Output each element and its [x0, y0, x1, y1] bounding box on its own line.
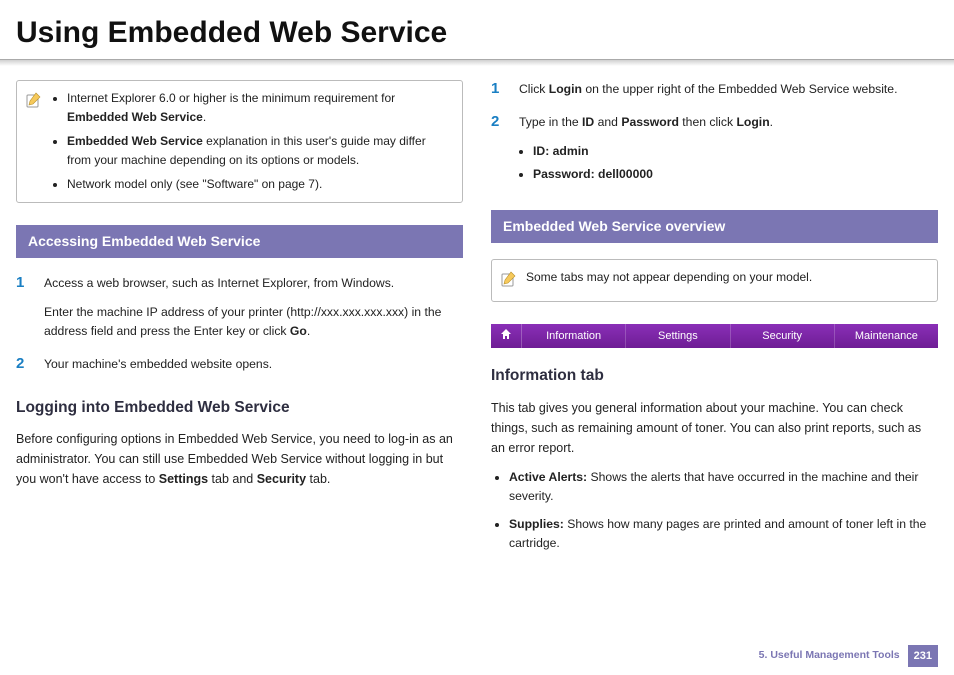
subheading-logging-in: Logging into Embedded Web Service [16, 396, 463, 419]
tab-home[interactable] [491, 324, 522, 348]
step: 1 Access a web browser, such as Internet… [16, 274, 463, 341]
section-heading-accessing: Accessing Embedded Web Service [16, 225, 463, 258]
step: 2 Type in the ID and Password then click… [491, 113, 938, 188]
tab-security[interactable]: Security [731, 324, 835, 348]
pencil-note-icon [500, 270, 518, 294]
step-text: Enter the machine IP address of your pri… [44, 303, 463, 341]
note-list: Internet Explorer 6.0 or higher is the m… [51, 89, 452, 194]
left-column: Internet Explorer 6.0 or higher is the m… [16, 80, 463, 563]
footer-chapter: 5. Useful Management Tools [759, 648, 900, 664]
step: 2 Your machine's embedded website opens. [16, 355, 463, 374]
step-body: Click Login on the upper right of the Em… [519, 80, 938, 99]
note-item: Network model only (see "Software" on pa… [67, 175, 452, 194]
tab-label: Security [762, 328, 802, 345]
subheading-information-tab: Information tab [491, 364, 938, 387]
step-body: Your machine's embedded website opens. [44, 355, 463, 374]
tab-label: Maintenance [855, 328, 918, 345]
tab-settings[interactable]: Settings [626, 324, 730, 348]
ews-tabbar: Information Settings Security Maintenanc… [491, 324, 938, 348]
footer-page-number: 231 [908, 645, 938, 668]
info-bullets: Active Alerts: Shows the alerts that hav… [491, 468, 938, 554]
step: 1 Click Login on the upper right of the … [491, 80, 938, 99]
note-item: Embedded Web Service explanation in this… [67, 132, 452, 169]
step-number: 2 [491, 113, 507, 188]
list-item: Supplies: Shows how many pages are print… [509, 515, 938, 553]
step-text: Click Login on the upper right of the Em… [519, 80, 938, 99]
tab-label: Settings [658, 328, 698, 345]
section-heading-overview: Embedded Web Service overview [491, 210, 938, 243]
note-item: Internet Explorer 6.0 or higher is the m… [67, 89, 452, 126]
body-paragraph: This tab gives you general information a… [491, 398, 938, 458]
tab-maintenance[interactable]: Maintenance [835, 324, 938, 348]
credentials-list: ID: admin Password: dell00000 [519, 142, 938, 184]
note-text: Some tabs may not appear depending on yo… [526, 268, 927, 294]
tab-label: Information [546, 328, 601, 345]
pencil-note-icon [25, 91, 43, 194]
list-item: Active Alerts: Shows the alerts that hav… [509, 468, 938, 506]
step-number: 2 [16, 355, 32, 374]
step-number: 1 [491, 80, 507, 99]
step-body: Access a web browser, such as Internet E… [44, 274, 463, 341]
step-text: Type in the ID and Password then click L… [519, 113, 938, 132]
tab-information[interactable]: Information [522, 324, 626, 348]
step-text: Your machine's embedded website opens. [44, 355, 463, 374]
note-box: Some tabs may not appear depending on yo… [491, 259, 938, 303]
right-column: 1 Click Login on the upper right of the … [491, 80, 938, 563]
page-title: Using Embedded Web Service [0, 0, 954, 59]
note-box: Internet Explorer 6.0 or higher is the m… [16, 80, 463, 203]
home-icon [500, 328, 512, 346]
page-footer: 5. Useful Management Tools 231 [759, 645, 938, 668]
title-underline [0, 59, 954, 66]
body-paragraph: Before configuring options in Embedded W… [16, 429, 463, 489]
credential-password: Password: dell00000 [533, 165, 938, 184]
step-number: 1 [16, 274, 32, 341]
step-body: Type in the ID and Password then click L… [519, 113, 938, 188]
content-columns: Internet Explorer 6.0 or higher is the m… [0, 80, 954, 563]
step-text: Access a web browser, such as Internet E… [44, 274, 463, 293]
credential-id: ID: admin [533, 142, 938, 161]
